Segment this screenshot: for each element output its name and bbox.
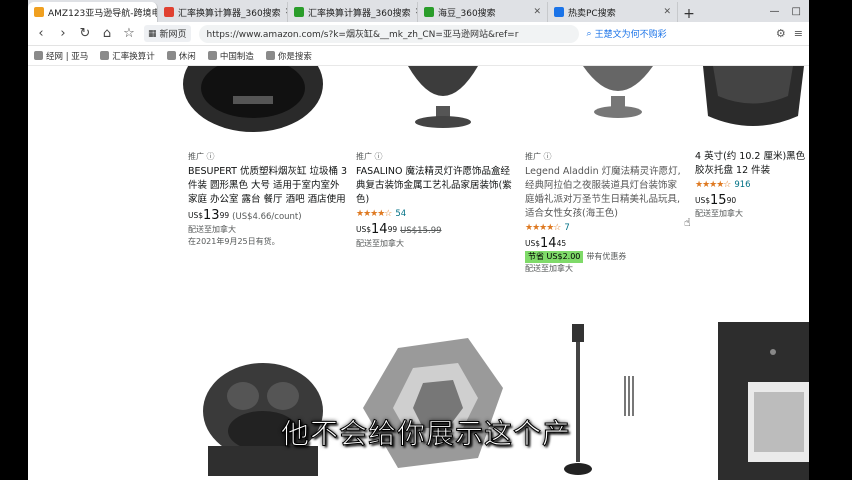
browser-window: AMZ123亚马逊导航-跨境电 ✕ 汇率换算计算器_360搜索 ✕ 汇率换算计算… <box>28 0 809 480</box>
tab-title: 热卖PC搜索 <box>568 8 616 19</box>
tab-title: 汇率换算计算器_360搜索 <box>308 8 411 19</box>
rating-count[interactable]: 7 <box>564 223 569 233</box>
address-bar-url: https://www.amazon.com/s?k=烟灰缸&__mk_zh_C… <box>206 30 519 40</box>
site-chip[interactable]: ▦ 新网页 <box>144 25 191 42</box>
address-bar[interactable]: https://www.amazon.com/s?k=烟灰缸&__mk_zh_C… <box>198 24 579 43</box>
rating-row[interactable]: ★★★★☆ 7 <box>525 221 685 235</box>
close-tab-icon[interactable]: ✕ <box>533 7 541 17</box>
sponsored-label: 推广 ⓘ <box>188 152 215 161</box>
maximize-icon[interactable]: □ <box>792 6 801 17</box>
product-image-aladdin-lamp[interactable] <box>563 66 673 146</box>
tab-title: AMZ123亚马逊导航-跨境电 <box>48 8 158 19</box>
forward-icon[interactable]: › <box>56 26 70 41</box>
delivery-info: 配送至加拿大 <box>188 225 236 234</box>
site-chip-label: 新网页 <box>159 30 187 40</box>
bookmark-item[interactable]: 你是搜索 <box>265 50 312 62</box>
reload-icon[interactable]: ↻ <box>78 26 92 41</box>
coupon-badge[interactable]: 节省 US$2.00 <box>525 251 584 263</box>
coupon-row[interactable]: 节省 US$2.00 带有优惠券 <box>525 251 685 263</box>
bookmark-item[interactable]: 经网 | 亚马 <box>34 50 88 62</box>
home-icon[interactable]: ⌂ <box>100 26 114 41</box>
tab-hot-pc[interactable]: 热卖PC搜索 ✕ <box>548 2 678 22</box>
delivery-info: 配送至加拿大 <box>525 264 573 273</box>
image-scroll-indicator-icon[interactable] <box>623 376 635 416</box>
tab-exchange-1[interactable]: 汇率换算计算器_360搜索 ✕ <box>158 2 288 22</box>
bookmark-icon <box>100 51 110 60</box>
product-title[interactable]: Legend Aladdin 灯魔法精灵许愿灯,经典阿拉伯之夜服装道具灯台装饰家… <box>525 165 685 221</box>
hot-search-chip[interactable]: ⌕ 王楚文为何不购彩 <box>586 27 667 41</box>
product-image-boxed-ashtray[interactable] <box>718 322 809 480</box>
tab-favicon-icon <box>554 7 564 17</box>
tab-bar: AMZ123亚马逊导航-跨境电 ✕ 汇率换算计算器_360搜索 ✕ 汇率换算计算… <box>28 0 809 22</box>
product-image-standing-ashtray[interactable] <box>558 324 598 480</box>
hot-search-label: 王楚文为何不购彩 <box>594 30 667 40</box>
tab-favicon-icon <box>34 7 44 17</box>
product-image-genie-lamp-purple[interactable] <box>388 66 498 146</box>
tab-favicon-icon <box>294 7 304 17</box>
product-title[interactable]: FASALINO 魔法精灵灯许愿饰品盒经典复古装饰金属工艺礼品家居装饰(紫色) <box>356 165 516 207</box>
bookmarks-bar: 经网 | 亚马 汇率换算计 休闲 中国制造 你是搜索 <box>28 46 809 66</box>
product-price: US$1445 <box>525 236 567 251</box>
tab-amz123[interactable]: AMZ123亚马逊导航-跨境电 ✕ <box>28 2 158 22</box>
product-price: US$1399 (US$4.66/count) <box>188 208 302 223</box>
product-image-black-tray[interactable] <box>698 66 809 146</box>
delivery-info: 配送至加拿大 <box>356 239 404 248</box>
tab-haidou[interactable]: 海豆_360搜索 ✕ <box>418 2 548 22</box>
product-card[interactable]: 4 英寸(约 10.2 厘米)黑色胶灰托盘 12 件装 ★★★★☆ 916 US$… <box>695 150 809 220</box>
star-rating-icon: ★★★★☆ <box>356 209 392 219</box>
star-rating-icon: ★★★★☆ <box>525 223 561 233</box>
rating-count[interactable]: 916 <box>734 180 750 190</box>
extensions-icon[interactable]: ⚙ <box>776 27 786 40</box>
availability-note: 在2021年9月25日有货。 <box>188 237 280 246</box>
coupon-note: 带有优惠券 <box>586 252 627 261</box>
minimize-icon[interactable]: — <box>770 6 780 17</box>
unit-price: (US$4.66/count) <box>232 212 302 222</box>
product-card[interactable]: 推广 ⓘ BESUPERT 优质塑料烟灰缸 垃圾桶 3 件装 圆形黑色 大号 适… <box>188 150 348 248</box>
new-tab-button[interactable]: + <box>678 6 700 22</box>
product-title[interactable]: 4 英寸(约 10.2 厘米)黑色胶灰托盘 12 件装 <box>695 150 809 178</box>
bookmark-icon <box>166 51 176 60</box>
product-image-monkey-ashtray[interactable] <box>188 336 338 480</box>
nav-right-icons: ⚙ ≡ <box>776 27 803 40</box>
close-tab-icon[interactable]: ✕ <box>663 7 671 17</box>
product-image-crystal-ashtray[interactable] <box>358 328 508 480</box>
rating-row[interactable]: ★★★★☆ 54 <box>356 207 516 221</box>
bookmark-icon <box>207 51 217 60</box>
sponsored-label: 推广 ⓘ <box>525 152 552 161</box>
search-icon: ⌕ <box>586 28 592 39</box>
product-price: US$1499 US$15.99 <box>356 222 442 237</box>
list-price: US$15.99 <box>400 226 442 236</box>
bookmark-item[interactable]: 中国制造 <box>207 50 254 62</box>
rating-count[interactable]: 54 <box>395 209 406 219</box>
tab-title: 海豆_360搜索 <box>438 8 496 19</box>
bookmark-icon <box>34 51 43 60</box>
bookmark-item[interactable]: 休闲 <box>166 50 196 62</box>
product-title[interactable]: BESUPERT 优质塑料烟灰缸 垃圾桶 3 件装 圆形黑色 大号 适用于室内室… <box>188 165 348 207</box>
product-card[interactable]: 推广 ⓘ FASALINO 魔法精灵灯许愿饰品盒经典复古装饰金属工艺礼品家居装饰… <box>356 150 516 250</box>
tab-exchange-2[interactable]: 汇率换算计算器_360搜索 ✕ <box>288 2 418 22</box>
video-subtitle: 他不会给你展示这个产 <box>280 417 571 451</box>
navigation-bar: ‹ › ↻ ⌂ ☆ ▦ 新网页 https://www.amazon.com/s… <box>28 22 809 46</box>
mouse-cursor-icon: ☝ <box>684 216 691 229</box>
bookmark-icon <box>265 51 275 60</box>
rating-row[interactable]: ★★★★☆ 916 <box>695 178 809 192</box>
site-chip-icon: ▦ <box>148 28 157 39</box>
product-price: US$1590 <box>695 193 737 208</box>
delivery-info: 配送至加拿大 <box>695 209 743 218</box>
sponsored-label: 推广 ⓘ <box>356 152 383 161</box>
tab-title: 汇率换算计算器_360搜索 <box>178 8 281 19</box>
tab-favicon-icon <box>164 7 174 17</box>
back-icon[interactable]: ‹ <box>34 26 48 41</box>
bookmark-star-icon[interactable]: ☆ <box>122 26 136 41</box>
window-controls: — □ <box>762 0 809 22</box>
tab-favicon-icon <box>424 7 434 17</box>
star-rating-icon: ★★★★☆ <box>695 180 731 190</box>
menu-icon[interactable]: ≡ <box>794 27 803 40</box>
product-card[interactable]: 推广 ⓘ Legend Aladdin 灯魔法精灵许愿灯,经典阿拉伯之夜服装道具… <box>525 150 685 275</box>
product-image-ashtray-black[interactable] <box>178 66 328 146</box>
bookmark-item[interactable]: 汇率换算计 <box>100 50 155 62</box>
